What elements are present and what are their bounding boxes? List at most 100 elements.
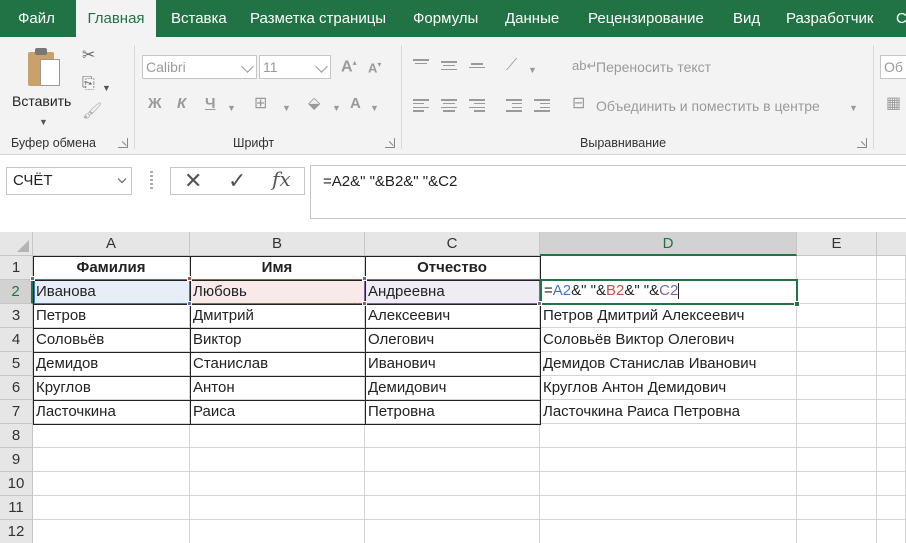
row-header[interactable]: 12: [0, 520, 33, 543]
empty-cell[interactable]: [365, 496, 540, 520]
empty-cell[interactable]: [540, 256, 797, 280]
empty-cell[interactable]: [33, 424, 190, 448]
row-header[interactable]: 1: [0, 256, 33, 280]
cancel-icon[interactable]: ✕: [184, 169, 202, 193]
empty-cell[interactable]: [797, 376, 877, 400]
empty-cell[interactable]: [365, 448, 540, 472]
fill-color-icon[interactable]: ⬙: [308, 95, 320, 113]
empty-cell[interactable]: [797, 472, 877, 496]
cell-c6[interactable]: Демидович: [365, 376, 540, 400]
empty-cell[interactable]: [33, 520, 190, 543]
row-header[interactable]: 5: [0, 352, 33, 376]
empty-cell[interactable]: [33, 472, 190, 496]
empty-cell[interactable]: [33, 448, 190, 472]
ref-handle-c2[interactable]: [362, 276, 367, 281]
empty-cell[interactable]: [33, 496, 190, 520]
formula-input[interactable]: =A2&" "&B2&" "&C2: [310, 165, 906, 219]
merge-dropdown-icon[interactable]: ▼: [849, 99, 858, 117]
tab-developer[interactable]: Разработчик: [786, 0, 873, 37]
ref-handle-a2[interactable]: [30, 276, 35, 281]
empty-cell[interactable]: [797, 304, 877, 328]
bold-button[interactable]: Ж: [148, 95, 162, 112]
empty-cell[interactable]: [797, 256, 877, 280]
number-format-combo[interactable]: Об: [880, 55, 906, 79]
cell-b1[interactable]: Имя: [190, 256, 365, 280]
row-header[interactable]: 4: [0, 328, 33, 352]
align-right-icon[interactable]: [469, 99, 485, 112]
font-name-combo[interactable]: Calibri: [142, 55, 257, 79]
borders-icon[interactable]: ⊞: [254, 95, 267, 113]
empty-cell[interactable]: [877, 376, 906, 400]
format-painter-icon[interactable]: 🖌: [82, 103, 102, 121]
empty-cell[interactable]: [797, 448, 877, 472]
cell-c4[interactable]: Олегович: [365, 328, 540, 352]
empty-cell[interactable]: [540, 472, 797, 496]
clipboard-launcher-icon[interactable]: [118, 138, 128, 148]
empty-cell[interactable]: [797, 280, 877, 304]
column-header-d[interactable]: D: [540, 232, 797, 256]
align-bottom-icon[interactable]: [469, 63, 485, 75]
align-center-icon[interactable]: [441, 99, 457, 112]
tab-insert[interactable]: Вставка: [171, 0, 227, 37]
tab-view[interactable]: Вид: [733, 0, 760, 37]
cell-d6[interactable]: Круглов Антон Демидович: [540, 376, 797, 400]
cell-b4[interactable]: Виктор: [190, 328, 365, 352]
tab-formulas[interactable]: Формулы: [413, 0, 478, 37]
column-header-c[interactable]: C: [365, 232, 540, 256]
currency-icon[interactable]: ▦: [886, 95, 901, 113]
empty-cell[interactable]: [540, 424, 797, 448]
row-header[interactable]: 2: [0, 280, 33, 304]
empty-cell[interactable]: [877, 520, 906, 543]
cell-a7[interactable]: Ласточкина: [33, 400, 190, 424]
active-cell-d2[interactable]: =A2&" "&B2&" "&C2: [540, 279, 798, 305]
tab-data[interactable]: Данные: [505, 0, 559, 37]
font-color-button[interactable]: A: [350, 95, 361, 112]
empty-cell[interactable]: [877, 424, 906, 448]
align-top-icon[interactable]: [413, 59, 429, 71]
shrink-font-button[interactable]: A▾: [368, 60, 381, 75]
cell-a2[interactable]: Иванова: [33, 280, 190, 304]
insert-function-icon[interactable]: fx: [272, 167, 291, 191]
cell-b3[interactable]: Дмитрий: [190, 304, 365, 328]
cell-c2[interactable]: Андреевна: [365, 280, 540, 304]
underline-dropdown-icon[interactable]: ▼: [227, 99, 236, 117]
empty-cell[interactable]: [190, 496, 365, 520]
ref-handle-b2-end[interactable]: [362, 301, 367, 306]
empty-cell[interactable]: [877, 352, 906, 376]
empty-cell[interactable]: [797, 520, 877, 543]
ref-handle-a2-end[interactable]: [187, 301, 192, 306]
fill-handle[interactable]: [794, 301, 800, 307]
row-header[interactable]: 7: [0, 400, 33, 424]
font-color-dropdown-icon[interactable]: ▼: [370, 99, 379, 117]
empty-cell[interactable]: [797, 328, 877, 352]
empty-cell[interactable]: [190, 472, 365, 496]
empty-cell[interactable]: [877, 496, 906, 520]
cell-b7[interactable]: Раиса: [190, 400, 365, 424]
cell-d4[interactable]: Соловьёв Виктор Олегович: [540, 328, 797, 352]
empty-cell[interactable]: [877, 472, 906, 496]
empty-cell[interactable]: [797, 424, 877, 448]
grow-font-button[interactable]: A▴: [341, 58, 357, 76]
tab-home[interactable]: Главная: [76, 0, 156, 38]
cell-a3[interactable]: Петров: [33, 304, 190, 328]
column-header-f[interactable]: [877, 232, 906, 256]
increase-indent-icon[interactable]: [534, 99, 550, 112]
empty-cell[interactable]: [190, 448, 365, 472]
name-box[interactable]: СЧЁТ: [6, 167, 132, 195]
font-size-combo[interactable]: 11: [259, 55, 331, 79]
cell-c5[interactable]: Иванович: [365, 352, 540, 376]
font-launcher-icon[interactable]: [385, 138, 395, 148]
empty-cell[interactable]: [365, 472, 540, 496]
tab-file[interactable]: Файл: [18, 0, 55, 37]
cell-d5[interactable]: Демидов Станислав Иванович: [540, 352, 797, 376]
cell-d3[interactable]: Петров Дмитрий Алексеевич: [540, 304, 797, 328]
cell-d7[interactable]: Ласточкина Раиса Петровна: [540, 400, 797, 424]
empty-cell[interactable]: [365, 520, 540, 543]
empty-cell[interactable]: [797, 496, 877, 520]
paste-button[interactable]: Вставить: [12, 93, 71, 109]
empty-cell[interactable]: [877, 448, 906, 472]
cell-a5[interactable]: Демидов: [33, 352, 190, 376]
fill-dropdown-icon[interactable]: ▼: [332, 99, 341, 117]
cell-c1[interactable]: Отчество: [365, 256, 540, 280]
empty-cell[interactable]: [877, 256, 906, 280]
